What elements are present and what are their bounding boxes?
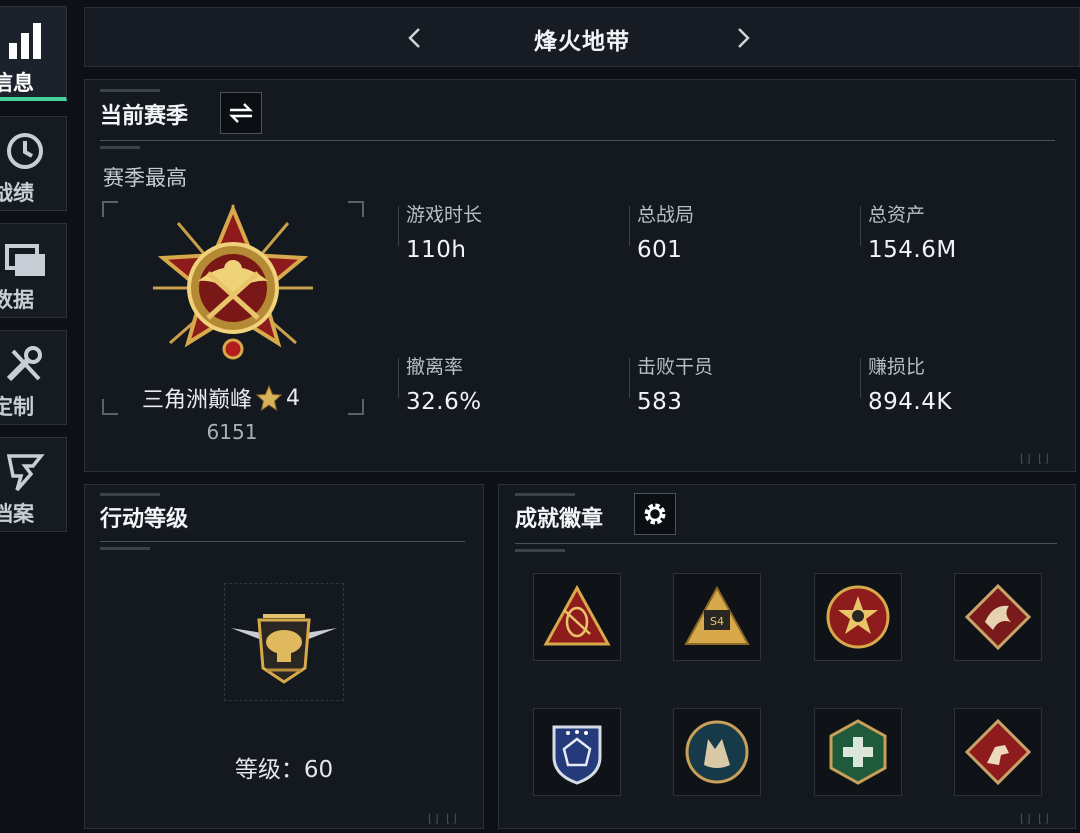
achievement-badge[interactable]: S4 [673, 573, 761, 661]
achievements-title: 成就徽章 [515, 507, 604, 532]
gear-icon [644, 503, 666, 525]
rank-medal-icon [153, 203, 313, 360]
achievement-badge[interactable] [954, 708, 1042, 796]
achievement-badge[interactable] [814, 573, 902, 661]
divider [100, 140, 1055, 141]
stat-total-matches: 总战局 601 [637, 200, 694, 263]
diamond-dragon-badge-icon [964, 583, 1032, 651]
chevron-right-icon[interactable] [731, 26, 755, 50]
season-title: 当前赛季 [100, 104, 189, 129]
stat-value: 110h [406, 237, 467, 263]
stat-value: 32.6% [406, 389, 482, 415]
sidebar-item-archive[interactable]: 警档案 [0, 437, 67, 532]
achievement-badge[interactable] [673, 708, 761, 796]
shield-star-badge-icon [552, 725, 602, 785]
stat-label: 击败干员 [637, 356, 714, 378]
stat-value: 601 [637, 237, 683, 263]
stat-label: 撤离率 [406, 356, 464, 378]
sidebar-item-custom[interactable]: 枝定制 [0, 330, 67, 425]
sidebar-item-label: 史战绩 [0, 181, 34, 205]
rank-tier: 4 [286, 385, 301, 411]
wrench-icon [6, 346, 42, 382]
rank-score: 6151 [206, 420, 258, 444]
sidebar-item-label: 细数据 [0, 288, 34, 312]
star-icon [256, 385, 283, 411]
divider [100, 541, 465, 542]
round-wolf-badge-icon [685, 720, 749, 784]
stat-profit-loss: 赚损比 894.4K [868, 352, 952, 415]
diamond-runner-badge-icon [964, 718, 1032, 786]
decor-line [100, 89, 160, 92]
sidebar-item-history[interactable]: 史战绩 [0, 116, 67, 211]
stat-kills: 击败干员 583 [637, 352, 713, 415]
season-best-label: 赛季最高 [103, 166, 187, 190]
hexagon-medic-badge-icon [829, 719, 887, 785]
stat-value: 583 [637, 389, 683, 415]
rank-name-row: 三角洲巅峰 4 [142, 382, 300, 414]
lightning-icon [6, 454, 45, 492]
stat-value: 894.4K [868, 389, 952, 415]
triangle-radar-badge-icon [543, 584, 611, 646]
sidebar-item-data[interactable]: 细数据 [0, 223, 67, 318]
sidebar-item-label: 警档案 [0, 502, 34, 526]
achievement-badge[interactable] [954, 573, 1042, 661]
stat-extract-rate: 撤离率 32.6% [406, 352, 482, 415]
round-skull-badge-icon [826, 585, 890, 649]
sidebar-item-label: 枝定制 [0, 395, 34, 419]
svg-text:S4: S4 [710, 615, 724, 628]
achievement-badge[interactable] [533, 573, 621, 661]
emblem-frame [224, 583, 344, 701]
stat-label: 游戏时长 [406, 204, 483, 226]
stat-value: 154.6M [868, 237, 957, 263]
season-switch-button[interactable] [220, 92, 262, 134]
achievements-settings-button[interactable] [634, 493, 676, 535]
stat-total-assets: 总资产 154.6M [868, 200, 957, 263]
action-level-value: 等级：60 [234, 757, 334, 783]
stat-label: 赚损比 [868, 356, 926, 378]
decor-line [100, 146, 140, 149]
achievement-badge[interactable] [533, 708, 621, 796]
sidebar-item-profile[interactable]: 人信息 [0, 6, 67, 101]
clock-icon [7, 133, 43, 169]
sidebar-item-label: 人信息 [0, 71, 34, 95]
stat-label: 总资产 [868, 204, 926, 226]
stat-play-time: 游戏时长 110h [406, 200, 482, 263]
sidebar: 人信息 史战绩 细数据 枝定制 警档案 [0, 0, 70, 833]
stat-label: 总战局 [637, 204, 695, 226]
mode-title: 烽火地带 [534, 29, 630, 55]
action-level-title: 行动等级 [100, 507, 189, 532]
swap-icon [229, 103, 253, 123]
divider [515, 543, 1057, 544]
rank-name: 三角洲巅峰 [142, 388, 253, 413]
bar-chart-icon [9, 23, 41, 59]
mode-header: 烽火地带 [84, 7, 1080, 67]
triangle-s4-badge-icon: S4 [684, 585, 750, 645]
cards-icon [5, 244, 45, 276]
achievement-badge[interactable] [814, 708, 902, 796]
helicopter-emblem-icon [231, 614, 337, 684]
